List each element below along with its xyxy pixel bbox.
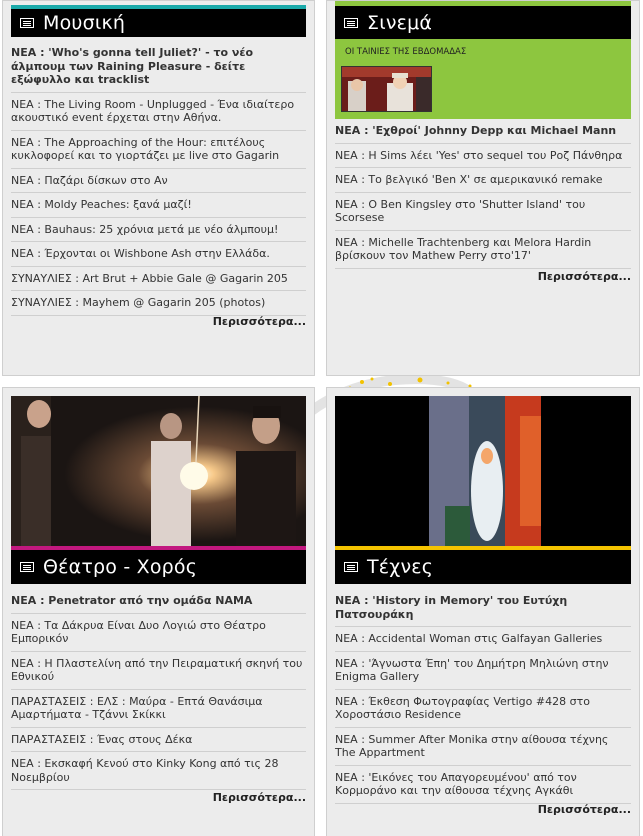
arts-header: Τέχνες [335, 550, 631, 584]
theatre-title: Θέατρο - Χορός [43, 556, 198, 578]
theatre-list: ΝΕΑ : Penetrator από την ομάδα ΝΑΜΑ ΝΕΑ … [11, 589, 306, 790]
section-icon [20, 562, 34, 572]
theatre-photo[interactable] [11, 396, 306, 546]
cinema-title: Σινεμά [367, 11, 433, 34]
list-item[interactable]: ΣΥΝΑΥΛΙΕΣ : Art Brut + Abbie Gale @ Gaga… [11, 267, 306, 291]
arts-list: ΝΕΑ : 'History in Memory' του Ευτύχη Πατ… [335, 589, 631, 804]
theatre-section: Θέατρο - Χορός ΝΕΑ : Penetrator από την … [2, 387, 315, 836]
cinema-section: Σινεμά ΟΙ ΤΑΙΝΙΕΣ ΤΗΣ ΕΒΔΟΜΑΔΑΣ ΝΕΑ : 'Ε… [326, 0, 640, 376]
section-icon [344, 17, 358, 28]
list-item[interactable]: ΣΥΝΑΥΛΙΕΣ : Mayhem @ Gagarin 205 (photos… [11, 291, 306, 316]
list-item[interactable]: ΝΕΑ : 'Εχθροί' Johnny Depp και Michael M… [335, 119, 631, 144]
list-item[interactable]: ΝΕΑ : Εκσκαφή Κενού στο Kinky Kong από τ… [11, 752, 306, 790]
list-item[interactable]: ΝΕΑ : The Living Room - Unplugged - Ένα … [11, 93, 306, 131]
list-item[interactable]: ΝΕΑ : 'Άγνωστα Έπη' του Δημήτρη Μηλιώνη … [335, 652, 631, 690]
theatre-more-link[interactable]: Περισσότερα... [213, 791, 306, 804]
film-thumbnail[interactable] [341, 66, 432, 112]
list-item[interactable]: ΝΕΑ : Η Πλαστελίνη από την Πειραματική σ… [11, 652, 306, 690]
cinema-more-link[interactable]: Περισσότερα... [538, 270, 631, 283]
list-item[interactable]: ΝΕΑ : 'Εικόνες του Απαγορευμένου' από το… [335, 766, 631, 804]
list-item[interactable]: ΝΕΑ : The Approaching of the Hour: επιτέ… [11, 131, 306, 169]
music-more-link[interactable]: Περισσότερα... [213, 315, 306, 328]
list-item[interactable]: ΝΕΑ : Τα Δάκρυα Είναι Δυο Λογιώ στο Θέατ… [11, 614, 306, 652]
music-section: Μουσική ΝΕΑ : 'Who's gonna tell Juliet?'… [2, 0, 315, 376]
music-title: Μουσική [43, 12, 126, 34]
theatre-header: Θέατρο - Χορός [11, 550, 306, 584]
list-item[interactable]: ΝΕΑ : Παζάρι δίσκων στο Αν [11, 169, 306, 193]
section-icon [20, 18, 34, 28]
list-item[interactable]: ΝΕΑ : Έκθεση Φωτογραφίας Vertigo #428 στ… [335, 690, 631, 728]
arts-section: Τέχνες ΝΕΑ : 'History in Memory' του Ευτ… [326, 387, 640, 836]
list-item[interactable]: ΝΕΑ : Bauhaus: 25 χρόνια μετά με νέο άλμ… [11, 218, 306, 242]
list-item[interactable]: ΠΑΡΑΣΤΑΣΕΙΣ : ΕΛΣ : Μαύρα - Επτά Θανάσιμ… [11, 690, 306, 728]
list-item[interactable]: ΝΕΑ : 'History in Memory' του Ευτύχη Πατ… [335, 589, 631, 627]
films-of-week-caption: ΟΙ ΤΑΙΝΙΕΣ ΤΗΣ ΕΒΔΟΜΑΔΑΣ [345, 47, 467, 57]
list-item[interactable]: ΝΕΑ : Penetrator από την ομάδα ΝΑΜΑ [11, 589, 306, 614]
music-list: ΝΕΑ : 'Who's gonna tell Juliet?' - το νέ… [11, 41, 306, 316]
cinema-header: Σινεμά [335, 1, 631, 39]
arts-photo[interactable] [335, 396, 631, 546]
cinema-list: ΝΕΑ : 'Εχθροί' Johnny Depp και Michael M… [335, 119, 631, 269]
list-item[interactable]: ΝΕΑ : Accidental Woman στις Galfayan Gal… [335, 627, 631, 652]
list-item[interactable]: ΝΕΑ : Ο Ben Kingsley στο 'Shutter Island… [335, 193, 631, 231]
list-item[interactable]: ΝΕΑ : Moldy Peaches: ξανά μαζί! [11, 193, 306, 218]
arts-title: Τέχνες [367, 556, 434, 578]
list-item[interactable]: ΝΕΑ : Summer After Monika στην αίθουσα τ… [335, 728, 631, 766]
section-icon [344, 562, 358, 572]
list-item[interactable]: ΝΕΑ : Το βελγικό 'Ben X' σε αμερικανικό … [335, 168, 631, 193]
music-header: Μουσική [11, 5, 306, 37]
list-item[interactable]: ΝΕΑ : Michelle Trachtenberg και Melora H… [335, 231, 631, 269]
arts-more-link[interactable]: Περισσότερα... [538, 803, 631, 816]
list-item[interactable]: ΝΕΑ : Η Sims λέει 'Yes' στο sequel του Ρ… [335, 144, 631, 168]
list-item[interactable]: ΝΕΑ : 'Who's gonna tell Juliet?' - το νέ… [11, 41, 306, 93]
films-of-week-banner[interactable]: ΟΙ ΤΑΙΝΙΕΣ ΤΗΣ ΕΒΔΟΜΑΔΑΣ [335, 39, 631, 119]
list-item[interactable]: ΝΕΑ : Έρχονται οι Wishbone Ash στην Ελλά… [11, 242, 306, 267]
list-item[interactable]: ΠΑΡΑΣΤΑΣΕΙΣ : Ένας στους Δέκα [11, 728, 306, 752]
